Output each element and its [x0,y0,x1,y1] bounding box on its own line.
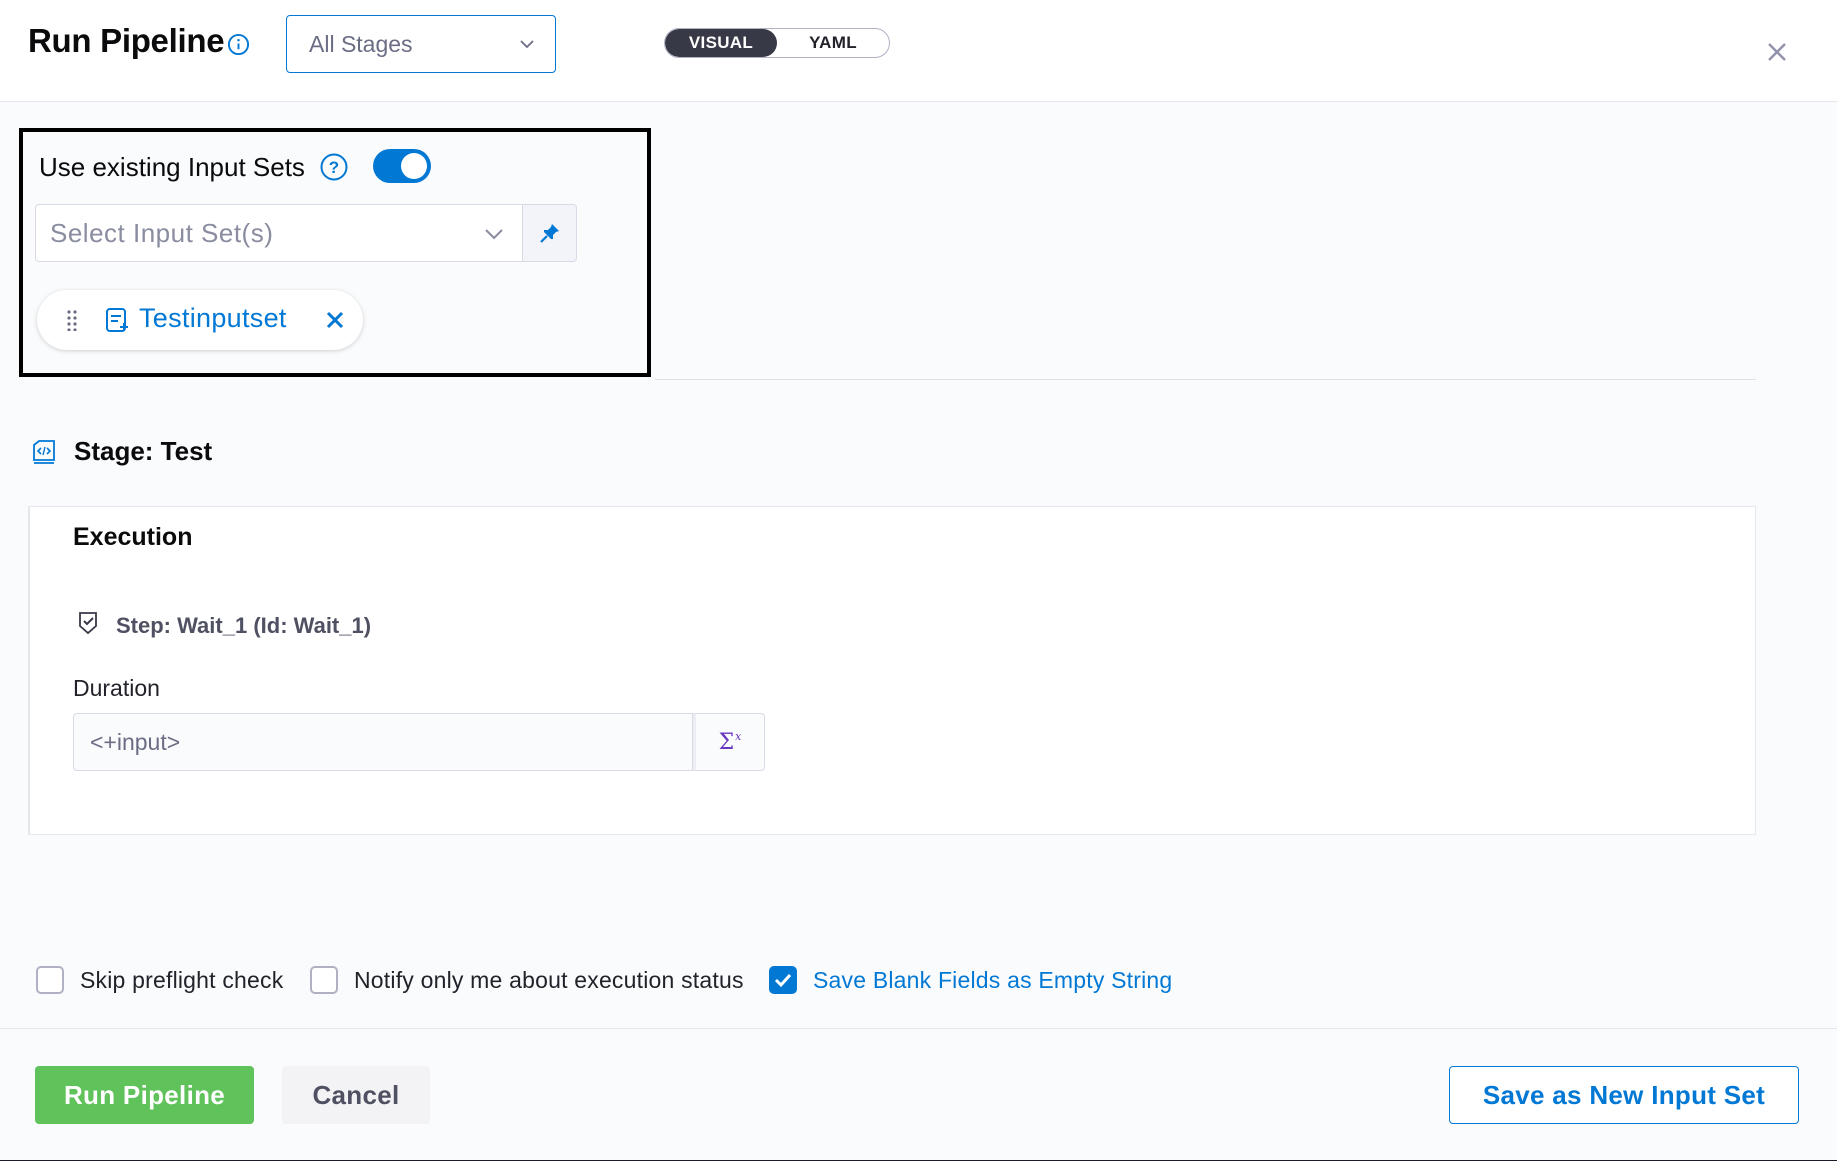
modal-header: Run Pipeline All Stages VISUAL YAML [0,0,1837,102]
save-blank-fields-option[interactable]: Save Blank Fields as Empty String [769,962,1172,998]
cancel-button[interactable]: Cancel [282,1066,430,1124]
run-pipeline-modal: Run Pipeline All Stages VISUAL YAML Use … [0,0,1837,1161]
chevron-down-icon [520,40,534,49]
stage-select-dropdown[interactable]: All Stages [286,15,556,73]
notify-only-me-label: Notify only me about execution status [354,966,744,993]
step-check-icon [79,612,97,635]
close-icon[interactable] [1765,40,1789,64]
drag-handle-icon[interactable] [67,309,77,331]
expression-toggle-button[interactable]: Σx [693,713,765,771]
duration-value: <+input> [90,728,181,755]
input-set-name: Testinputset [139,303,287,333]
save-blank-fields-label: Save Blank Fields as Empty String [813,966,1173,993]
input-set-select[interactable]: Select Input Set(s) [35,204,523,262]
svg-text:?: ? [329,158,339,177]
duration-input[interactable]: <+input> [73,713,693,771]
section-divider [655,379,1756,380]
footer-divider [0,1028,1837,1029]
pin-button[interactable] [523,204,577,262]
input-sets-panel: Use existing Input Sets ? Select Input S… [19,128,651,377]
step-label: Step: Wait_1 (Id: Wait_1) [116,613,372,638]
remove-icon[interactable] [325,310,345,330]
use-input-sets-toggle[interactable] [373,149,431,183]
page-title: Run Pipeline [28,22,225,59]
view-mode-toggle: VISUAL YAML [664,28,890,58]
use-input-sets-label: Use existing Input Sets [39,152,305,182]
save-as-new-input-set-button[interactable]: Save as New Input Set [1449,1066,1799,1124]
skip-preflight-checkbox[interactable] [36,966,64,994]
execution-card: Execution Step: Wait_1 (Id: Wait_1) Dura… [28,506,1756,835]
toggle-knob [401,153,427,179]
skip-preflight-label: Skip preflight check [80,966,284,993]
duration-label: Duration [73,675,160,701]
input-set-icon [106,308,128,332]
skip-preflight-option[interactable]: Skip preflight check [36,962,283,998]
yaml-mode-button[interactable]: YAML [777,29,889,57]
execution-title: Execution [73,523,193,551]
save-blank-fields-checkbox[interactable] [769,966,797,994]
visual-mode-button[interactable]: VISUAL [665,29,777,57]
stage-title: Stage: Test [74,436,213,466]
selected-input-set-chip[interactable]: Testinputset [37,290,363,350]
checkmark-icon [774,973,792,988]
pin-icon [539,224,559,243]
run-pipeline-button[interactable]: Run Pipeline [35,1066,254,1124]
chevron-down-icon [485,229,503,240]
notify-only-me-option[interactable]: Notify only me about execution status [310,962,744,998]
info-icon[interactable] [227,33,250,56]
help-icon[interactable]: ? [319,152,349,182]
notify-only-me-checkbox[interactable] [310,966,338,994]
input-set-select-placeholder: Select Input Set(s) [50,217,274,248]
stage-icon [33,440,55,464]
stage-select-value: All Stages [309,30,413,57]
sigma-icon: Σx [718,729,742,755]
